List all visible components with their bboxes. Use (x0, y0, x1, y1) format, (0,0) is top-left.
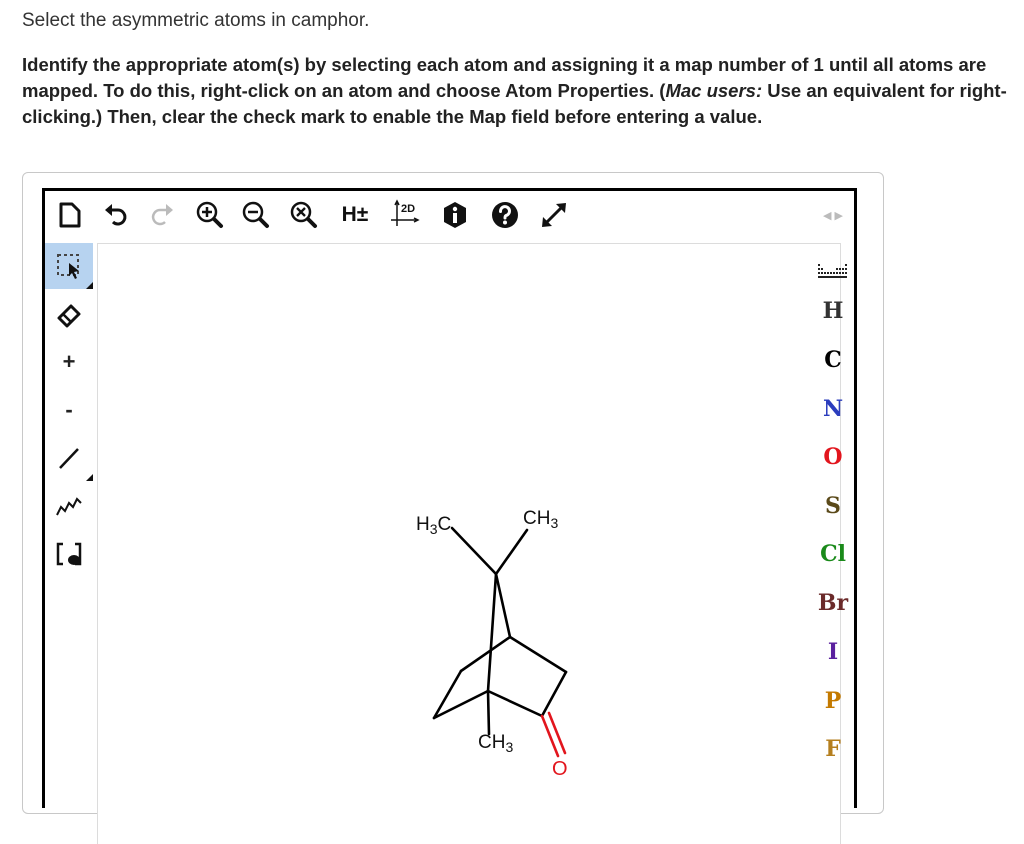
atom-button-n[interactable]: N (815, 389, 851, 429)
info-button[interactable] (438, 198, 472, 232)
tool-submenu-indicator (86, 474, 93, 481)
help-icon (492, 202, 518, 228)
tool-submenu-indicator (86, 282, 93, 289)
minus-charge-icon: - (65, 397, 73, 422)
camphor-structure (432, 526, 568, 758)
selection-tool-button[interactable] (45, 243, 93, 289)
bond-c4-c5 (459, 635, 512, 673)
fullscreen-button[interactable] (537, 198, 571, 232)
erase-tool-button[interactable] (45, 292, 93, 338)
bracket-icon (56, 542, 82, 566)
periodic-table-icon (818, 264, 847, 278)
h3c-left-label[interactable]: H3C (416, 514, 451, 537)
eraser-icon (57, 304, 81, 328)
info-icon (444, 202, 466, 228)
nav-arrows-icon: ◀ ▶ (823, 209, 843, 222)
zoom-out-icon (242, 201, 269, 228)
zoom-in-icon (196, 201, 223, 228)
bond-carbonyl-2 (547, 711, 567, 755)
clean-2d-button[interactable]: 2D (385, 196, 425, 230)
bond-carbonyl-1 (540, 714, 560, 758)
undo-button[interactable] (99, 198, 133, 232)
help-button[interactable] (488, 198, 522, 232)
new-document-button[interactable] (53, 198, 87, 232)
atom-button-f[interactable]: F (815, 729, 851, 769)
chain-icon (56, 497, 82, 516)
ch3-bottom-label[interactable]: CH3 (478, 732, 513, 755)
structure-editor: H± 2D ◀ ▶ + - H3C CH3 CH3 O H C N O S Cl… (42, 188, 857, 844)
atom-button-h[interactable]: H (815, 291, 851, 331)
selection-icon (57, 254, 79, 279)
zoom-in-button[interactable] (193, 198, 227, 232)
toggle-hydrogens-button[interactable]: H± (335, 198, 375, 232)
svg-text:2D: 2D (401, 203, 415, 215)
bond-bridge-to-c1 (486, 572, 498, 693)
periodic-table-button[interactable] (815, 251, 851, 291)
bond-c1-methyl (486, 689, 491, 736)
atom-button-s[interactable]: S (815, 486, 851, 526)
undo-icon (105, 204, 127, 226)
toolbar-scroll-arrows[interactable]: ◀ ▶ (813, 198, 853, 232)
increase-charge-button[interactable]: + (45, 339, 93, 385)
atom-button-br[interactable]: Br (815, 583, 851, 623)
bond-bridge-methyl-right (494, 528, 529, 576)
single-bond-icon (59, 448, 79, 469)
bond-bridge-to-c4 (494, 572, 512, 639)
zoom-reset-button[interactable] (287, 198, 321, 232)
bond-tool-button[interactable] (45, 435, 93, 481)
atom-button-cl[interactable]: Cl (815, 534, 851, 574)
instructions: Identify the appropriate atom(s) by sele… (22, 52, 1012, 130)
drawing-canvas[interactable]: H3C CH3 CH3 O (97, 243, 841, 844)
atom-button-i[interactable]: I (815, 632, 851, 672)
decrease-charge-button[interactable]: - (45, 387, 93, 433)
instructions-mac-users: Mac users: (665, 80, 763, 101)
redo-icon (151, 204, 173, 226)
question-text: Select the asymmetric atoms in camphor. (22, 10, 370, 31)
clean-2d-icon: 2D (391, 199, 420, 226)
atom-button-o[interactable]: O (815, 437, 851, 477)
oxygen-label[interactable]: O (552, 758, 568, 781)
ch3-right-label[interactable]: CH3 (523, 508, 558, 531)
bond-c3-c2 (540, 670, 568, 718)
expand-icon (542, 203, 566, 227)
zoom-out-button[interactable] (239, 198, 273, 232)
bond-c4-c3 (508, 635, 568, 674)
bracket-tool-button[interactable] (45, 531, 93, 577)
zoom-reset-icon (290, 201, 317, 228)
chain-tool-button[interactable] (45, 483, 93, 529)
plus-charge-icon: + (62, 349, 76, 374)
bond-bridge-methyl-left (450, 526, 498, 576)
bond-c2-c1 (486, 689, 544, 718)
atom-button-c[interactable]: C (815, 340, 851, 380)
atom-button-p[interactable]: P (815, 681, 851, 721)
document-icon (59, 202, 81, 228)
redo-button[interactable] (145, 198, 179, 232)
hydrogen-icon: H± (341, 203, 369, 226)
